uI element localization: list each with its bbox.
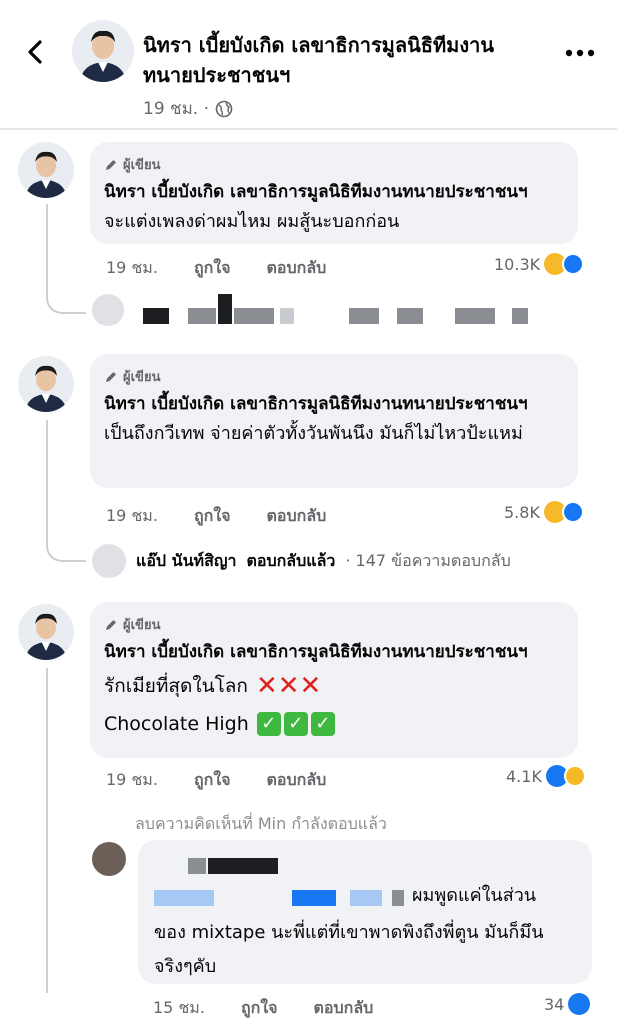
reply-time: 15 ชม. xyxy=(153,998,205,1017)
reply-first-line: ผมพูดแค่ในส่วน xyxy=(154,878,576,916)
thread-line xyxy=(46,420,48,540)
reaction-count: 4.1K xyxy=(506,766,542,786)
reaction-summary[interactable]: 4.1K xyxy=(506,765,586,787)
check-mark-icon: ✓ xyxy=(256,712,281,736)
comment-text: จะแต่งเพลงด่าผมไหม ผมสู้นะบอกก่อน xyxy=(104,211,400,232)
comment-avatar[interactable] xyxy=(18,142,74,198)
redacted-text xyxy=(349,308,379,324)
replier-name: แอ๊ป นันท์สิญา xyxy=(136,550,237,570)
comment-time: 19 ชม. xyxy=(106,506,158,525)
redacted-text xyxy=(397,308,423,324)
comment-text: เป็นถึงกวีเทพ จ่ายค่าตัวทั้งวันพันนึง มั… xyxy=(104,423,523,444)
redacted-text xyxy=(455,308,495,324)
comment-bubble: ผู้เขียน นิทรา เบี้ยบังเกิด เลขาธิการมูล… xyxy=(90,602,578,758)
redacted-text xyxy=(188,308,216,324)
thread-line xyxy=(46,668,48,993)
redacted-avatar xyxy=(92,294,124,326)
deleted-comment-note: ลบความคิดเห็นที่ Min กำลังตอบแล้ว xyxy=(135,814,387,833)
reply-count: · 147 ข้อความตอบกลับ xyxy=(345,550,511,570)
redacted-text xyxy=(154,890,214,906)
redacted-text xyxy=(234,308,274,324)
pencil-icon xyxy=(106,159,116,170)
like-icon xyxy=(568,993,591,1015)
check-mark-icons: ✓ ✓ ✓ xyxy=(256,712,335,736)
comment-actions: 19 ชม. ถูกใจ ตอบกลับ xyxy=(106,768,362,793)
comment-actions: 19 ชม. ถูกใจ ตอบกลับ xyxy=(106,504,362,529)
reply-button[interactable]: ตอบกลับ xyxy=(267,504,327,529)
haha-icon xyxy=(563,765,586,787)
globe-icon xyxy=(215,100,233,117)
like-icon xyxy=(561,501,584,523)
reaction-count: 5.8K xyxy=(504,502,540,522)
reaction-summary[interactable]: 34 xyxy=(544,993,591,1015)
pencil-icon xyxy=(106,371,116,382)
reply-button[interactable]: ตอบกลับ xyxy=(314,996,374,1021)
commenter-name[interactable]: นิทรา เบี้ยบังเกิด เลขาธิการมูลนิธิทีมงา… xyxy=(104,179,564,205)
redacted-text xyxy=(218,294,232,324)
author-name[interactable]: นิทรา เบี้ยบังเกิด เลขาธิการมูลนิธิทีมงา… xyxy=(143,30,533,90)
reaction-count: 34 xyxy=(544,994,565,1014)
comment-text: Chocolate High xyxy=(104,713,249,735)
comment-bubble: ผู้เขียน นิทรา เบี้ยบังเกิด เลขาธิการมูล… xyxy=(90,354,578,488)
redacted-text xyxy=(350,890,382,906)
redacted-text xyxy=(292,890,336,906)
comment-time: 19 ชม. xyxy=(106,770,158,789)
author-avatar[interactable] xyxy=(72,20,134,82)
pencil-icon xyxy=(106,619,116,630)
author-badge-label: ผู้เขียน xyxy=(123,618,161,633)
thread-connector xyxy=(46,290,86,314)
redacted-text xyxy=(208,858,278,874)
like-icon xyxy=(562,253,585,275)
redacted-text xyxy=(188,858,206,874)
reaction-count: 10.3K xyxy=(494,254,541,274)
cross-mark-icon: ✕✕✕ xyxy=(255,671,322,701)
author-badge: ผู้เขียน xyxy=(104,614,564,635)
check-mark-icon: ✓ xyxy=(310,712,335,736)
author-badge-label: ผู้เขียน xyxy=(123,158,161,173)
like-button[interactable]: ถูกใจ xyxy=(194,256,231,281)
view-replies-link[interactable]: แอ๊ป นันท์สิญา ตอบกลับแล้ว · 147 ข้อความ… xyxy=(92,544,511,578)
post-time: 19 ชม. · xyxy=(143,99,209,119)
comment-avatar[interactable] xyxy=(18,604,74,660)
redacted-text xyxy=(143,308,169,324)
reply-text-tail: ผมพูดแค่ในส่วน xyxy=(412,885,537,906)
reaction-summary[interactable]: 10.3K xyxy=(494,253,585,275)
thread-connector xyxy=(46,538,86,562)
reply-avatar[interactable] xyxy=(92,842,126,876)
replied-label: ตอบกลับแล้ว xyxy=(246,550,336,570)
reply-button[interactable]: ตอบกลับ xyxy=(267,256,327,281)
reaction-summary[interactable]: 5.8K xyxy=(504,501,584,523)
comment-time: 19 ชม. xyxy=(106,258,158,277)
redacted-text xyxy=(512,308,528,324)
back-arrow-icon[interactable] xyxy=(22,38,50,66)
commenter-name[interactable]: นิทรา เบี้ยบังเกิด เลขาธิการมูลนิธิทีมงา… xyxy=(104,639,564,665)
commenter-name[interactable]: นิทรา เบี้ยบังเกิด เลขาธิการมูลนิธิทีมงา… xyxy=(104,391,564,417)
like-button[interactable]: ถูกใจ xyxy=(194,504,231,529)
reply-text: ของ mixtape นะพี่แต่ที่เขาพาดพิงถึงพี่ตู… xyxy=(154,922,544,977)
post-meta: 19 ชม. · xyxy=(143,95,233,122)
redacted-text xyxy=(392,890,404,906)
author-badge: ผู้เขียน xyxy=(104,366,564,387)
check-mark-icon: ✓ xyxy=(283,712,308,736)
like-button[interactable]: ถูกใจ xyxy=(241,996,278,1021)
like-button[interactable]: ถูกใจ xyxy=(194,768,231,793)
comment-avatar[interactable] xyxy=(18,356,74,412)
header-divider xyxy=(0,128,617,130)
comment-bubble: ผู้เขียน นิทรา เบี้ยบังเกิด เลขาธิการมูล… xyxy=(90,142,578,244)
thread-line xyxy=(46,204,48,292)
more-horizontal-icon[interactable] xyxy=(565,48,595,58)
comment-actions: 19 ชม. ถูกใจ ตอบกลับ xyxy=(106,256,362,281)
comment-line: รักเมียที่สุดในโลก ✕✕✕ xyxy=(104,669,564,703)
redacted-text xyxy=(280,308,294,324)
redacted-name xyxy=(154,854,576,878)
reply-bubble: ผมพูดแค่ในส่วน ของ mixtape นะพี่แต่ที่เข… xyxy=(138,840,592,984)
replier-avatar xyxy=(92,544,126,578)
post-header: นิทรา เบี้ยบังเกิด เลขาธิการมูลนิธิทีมงา… xyxy=(0,0,617,128)
comment-line: Chocolate High ✓ ✓ ✓ xyxy=(104,707,564,741)
reply-actions: 15 ชม. ถูกใจ ตอบกลับ xyxy=(153,996,409,1021)
comment-text: รักเมียที่สุดในโลก xyxy=(104,675,248,697)
author-badge-label: ผู้เขียน xyxy=(123,370,161,385)
reply-button[interactable]: ตอบกลับ xyxy=(267,768,327,793)
author-badge: ผู้เขียน xyxy=(104,154,564,175)
